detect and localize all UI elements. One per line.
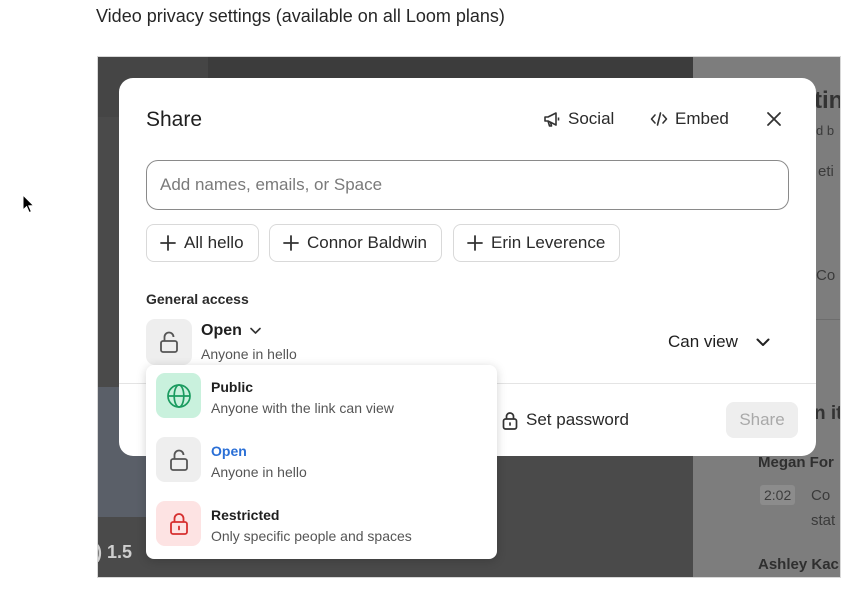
- chevron-down-icon: [250, 327, 261, 334]
- public-icon-tile: [156, 373, 201, 418]
- background-playback-speed: ) 1.5: [97, 542, 133, 562]
- access-icon-tile: [146, 319, 192, 365]
- background-fragment: n ite: [814, 403, 840, 424]
- suggestion-chip-erin-leverence[interactable]: Erin Leverence: [453, 224, 621, 262]
- mouse-cursor-icon: [22, 194, 35, 214]
- background-fragment: Co: [816, 267, 836, 284]
- lock-icon: [502, 411, 518, 430]
- access-level-label: Open: [201, 322, 242, 339]
- background-fragment: Co: [811, 487, 831, 504]
- menu-item-open[interactable]: Open Anyone in hello: [146, 429, 497, 493]
- menu-item-subtitle: Anyone with the link can view: [211, 400, 394, 416]
- background-fragment: Megan For: [758, 454, 834, 471]
- social-button[interactable]: Social: [543, 109, 614, 129]
- code-icon: [650, 112, 668, 126]
- unlock-icon: [169, 449, 188, 471]
- restricted-icon-tile: [156, 501, 201, 546]
- access-level-dropdown[interactable]: Open: [201, 322, 261, 340]
- background-fragment: eti: [818, 163, 834, 180]
- share-button[interactable]: Share: [726, 402, 798, 438]
- access-level-subtitle: Anyone in hello: [201, 346, 297, 362]
- permission-label: Can view: [668, 332, 738, 351]
- menu-item-title-selected: Open: [211, 443, 247, 459]
- suggestion-chip-all-hello[interactable]: All hello: [146, 224, 259, 262]
- menu-item-title: Public: [211, 379, 254, 395]
- menu-item-subtitle: Anyone in hello: [211, 464, 307, 480]
- chip-label: All hello: [184, 233, 244, 252]
- globe-icon: [166, 383, 191, 408]
- embed-button[interactable]: Embed: [650, 109, 729, 129]
- menu-item-restricted[interactable]: Restricted Only specific people and spac…: [146, 493, 497, 557]
- share-search-field[interactable]: [146, 160, 789, 210]
- access-level-menu: Public Anyone with the link can view Ope…: [146, 365, 497, 559]
- share-search-input[interactable]: [160, 175, 775, 195]
- menu-item-subtitle: Only specific people and spaces: [211, 528, 412, 544]
- open-icon-tile: [156, 437, 201, 482]
- background-fragment: Ashley Kac: [758, 556, 839, 573]
- megaphone-icon: [544, 112, 560, 127]
- chip-label: Erin Leverence: [491, 233, 606, 252]
- embed-label: Embed: [675, 109, 729, 128]
- chip-label: Connor Baldwin: [307, 233, 428, 252]
- suggestion-chip-connor-baldwin[interactable]: Connor Baldwin: [269, 224, 443, 262]
- menu-item-title: Restricted: [211, 507, 280, 523]
- plus-icon: [467, 235, 483, 251]
- background-fragment: stat: [811, 512, 836, 529]
- unlock-icon: [160, 331, 178, 353]
- background-fragment: 2:02: [760, 485, 796, 505]
- set-password-button[interactable]: Set password: [502, 410, 629, 430]
- social-label: Social: [568, 109, 615, 128]
- set-password-label: Set password: [526, 410, 629, 429]
- page-heading: Video privacy settings (available on all…: [96, 6, 505, 26]
- plus-icon: [283, 235, 299, 251]
- lock-icon: [169, 513, 188, 535]
- chevron-down-icon: [756, 338, 770, 346]
- menu-item-public[interactable]: Public Anyone with the link can view: [146, 365, 497, 429]
- background-fragment: tin: [814, 87, 841, 114]
- modal-title: Share: [146, 108, 203, 131]
- background-fragment: d b: [816, 123, 835, 138]
- plus-icon: [160, 235, 176, 251]
- general-access-label: General access: [146, 291, 249, 307]
- close-icon[interactable]: [765, 110, 783, 128]
- permission-dropdown[interactable]: Can view: [668, 332, 770, 352]
